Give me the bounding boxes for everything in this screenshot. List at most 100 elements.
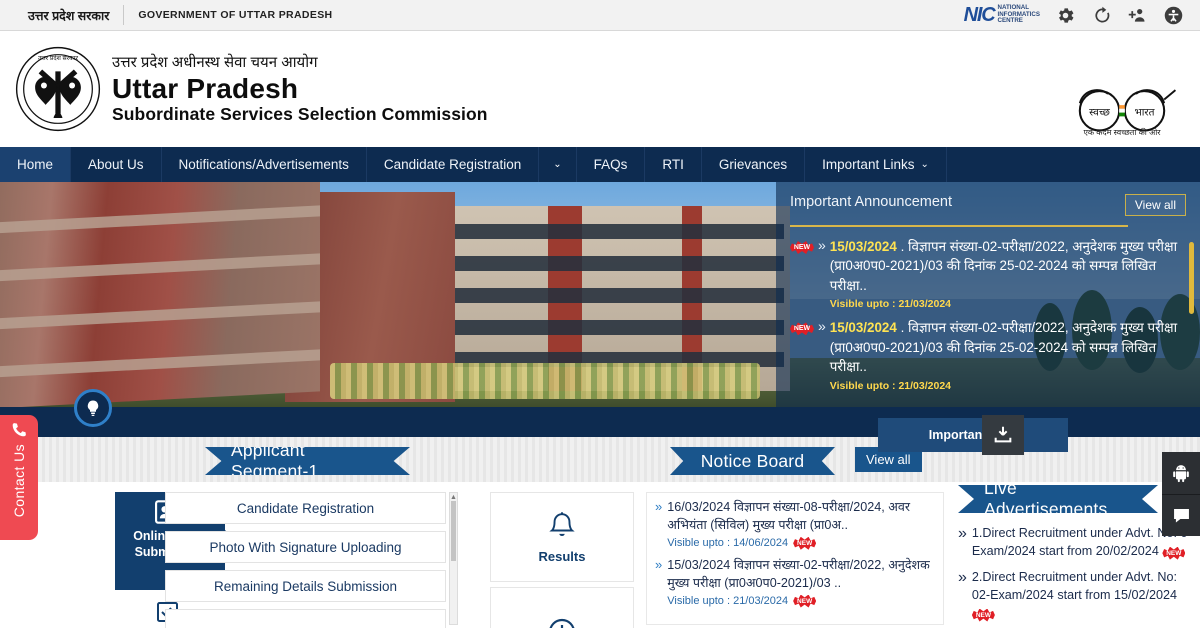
notice-item-visible-upto-text: Visible upto : 14/06/2024 — [667, 537, 789, 550]
gov-hindi-label: उत्तर प्रदेश सरकार — [28, 8, 110, 23]
announcement-item-text: 15/03/2024 . विज्ञापन संख्या-02-परीक्षा/… — [830, 237, 1186, 295]
swachh-caption: एक कदम स्वच्छता की ओर — [1083, 128, 1161, 137]
masthead: उत्तर प्रदेश सरकार उत्तर प्रदेश अधीनस्थ … — [0, 31, 1200, 147]
call-icon — [11, 421, 28, 438]
masthead-title-line2: Subordinate Services Selection Commissio… — [112, 103, 488, 124]
remaining-details-submission-button[interactable]: Remaining Details Submission — [165, 570, 446, 602]
government-strip: उत्तर प्रदेश सरकार GOVERNMENT OF UTTAR P… — [0, 0, 1200, 31]
nav-item-about-us[interactable]: About Us — [71, 147, 162, 182]
hero-banner: Important Announcement View all NEW » 15… — [0, 182, 1200, 407]
new-badge-icon: NEW — [793, 594, 817, 608]
announcement-view-all-button[interactable]: View all — [1124, 194, 1186, 216]
double-chevron-icon: » — [655, 499, 663, 514]
uppsc-emblem-icon: उत्तर प्रदेश सरकार — [14, 45, 102, 133]
applicant-segment-extra-button[interactable] — [165, 609, 446, 628]
live-advertisement-text: 2.Direct Recruitment under Advt. No: 02-… — [971, 569, 1194, 622]
chevron-down-icon[interactable]: ⌄ — [539, 147, 577, 182]
nav-item-faqs[interactable]: FAQs — [577, 147, 646, 182]
main-navigation: Home About Us Notifications/Advertisemen… — [0, 147, 1200, 182]
double-chevron-icon: » — [818, 318, 826, 335]
gov-english-label: GOVERNMENT OF UTTAR PRADESH — [138, 9, 333, 21]
applicant-segment-ribbon: Applicant Segment-1 — [205, 447, 410, 475]
live-advertisement-item[interactable]: » 2.Direct Recruitment under Advt. No: 0… — [958, 569, 1194, 622]
important-announcement-panel: Important Announcement View all NEW » 15… — [776, 182, 1200, 407]
new-badge-icon: NEW — [971, 608, 995, 622]
live-advertisement-text: 1.Direct Recruitment under Advt. No: 0 E… — [972, 525, 1194, 560]
results-card-label: Results — [538, 548, 586, 564]
lightbulb-icon[interactable] — [74, 389, 112, 427]
live-advertisement-body: 1.Direct Recruitment under Advt. No: 0 E… — [971, 526, 1188, 558]
notice-item-content: 15/03/2024 विज्ञापन संख्या-02-परीक्षा/20… — [667, 557, 935, 608]
nav-item-important-links[interactable]: Important Links ⌄ — [805, 147, 947, 182]
scrollbar-thumb[interactable] — [451, 501, 456, 561]
announcement-item-separator: . — [900, 239, 905, 254]
nav-item-grievances[interactable]: Grievances — [702, 147, 806, 182]
live-advertisements-ribbon: Live Advertisements — [958, 485, 1158, 513]
nav-item-candidate-registration[interactable]: Candidate Registration — [367, 147, 540, 182]
clock-card[interactable] — [490, 587, 634, 628]
notice-item-date: 16/03/2024 — [667, 500, 731, 514]
chevron-down-icon: ⌄ — [920, 159, 929, 170]
nav-item-important-links-label: Important Links — [822, 157, 915, 172]
quick-icons-column: Results — [480, 437, 640, 628]
announcement-item-visible-upto: Visible upto : 21/03/2024 — [829, 298, 951, 311]
announcement-title: Important Announcement — [790, 194, 953, 210]
gear-icon[interactable] — [1054, 4, 1076, 26]
page-root: उत्तर प्रदेश सरकार GOVERNMENT OF UTTAR P… — [0, 0, 1200, 628]
notice-item-content: 16/03/2024 विज्ञापन संख्या-08-परीक्षा/20… — [667, 499, 935, 550]
masthead-titles: उत्तर प्रदेश अधीनस्थ सेवा चयन आयोग Uttar… — [112, 55, 488, 124]
chat-bubble-icon[interactable] — [1162, 494, 1200, 536]
notice-item-visible-upto-text: Visible upto : 21/03/2024 — [667, 595, 789, 607]
notice-item-visible-upto: Visible upto : 21/03/2024 NEW — [667, 594, 935, 608]
live-advertisement-body: 2.Direct Recruitment under Advt. No: 02-… — [971, 570, 1178, 602]
bell-icon — [547, 511, 577, 543]
notice-item[interactable]: » 15/03/2024 विज्ञापन संख्या-02-परीक्षा/… — [655, 557, 935, 608]
nic-text: NATIONAL INFORMATICS CENTRE — [997, 4, 1040, 26]
results-card[interactable]: Results — [490, 492, 634, 582]
notice-item-text: 16/03/2024 विज्ञापन संख्या-08-परीक्षा/20… — [667, 499, 935, 535]
column-gap — [470, 437, 480, 625]
photo-signature-uploading-button[interactable]: Photo With Signature Uploading — [165, 531, 446, 563]
floating-action-column — [1162, 452, 1200, 536]
svg-text:भारत: भारत — [1135, 107, 1156, 118]
swachh-bharat-logo: स्वच्छ भारत एक कदम स्वच्छता की ओर — [1062, 77, 1182, 155]
new-badge-icon: NEW — [1162, 546, 1186, 560]
announcement-item-visible-upto: Visible upto : 21/03/2024 — [829, 379, 951, 392]
double-chevron-icon: » — [655, 556, 663, 572]
clock-icon — [548, 618, 576, 628]
announcement-item-separator: . — [900, 320, 905, 336]
contact-us-label: Contact Us — [11, 444, 27, 518]
screen-reader-icon[interactable] — [1162, 4, 1184, 26]
candidate-registration-button[interactable]: Candidate Registration — [165, 492, 446, 524]
svg-text:उत्तर प्रदेश सरकार: उत्तर प्रदेश सरकार — [38, 54, 79, 62]
applicant-segment-buttons: Candidate Registration Photo With Signat… — [165, 492, 458, 628]
notice-item-visible-upto: Visible upto : 14/06/2024 NEW — [667, 536, 935, 550]
masthead-title-line1: Uttar Pradesh — [112, 72, 299, 104]
new-badge-icon: NEW — [790, 241, 814, 254]
notice-item[interactable]: » 16/03/2024 विज्ञापन संख्या-08-परीक्षा/… — [655, 499, 935, 550]
announcement-item[interactable]: NEW » 15/03/2024 . विज्ञापन संख्या-02-पर… — [790, 318, 1186, 392]
important-gos-button[interactable]: Important Go's — [878, 418, 1068, 452]
add-user-icon[interactable] — [1126, 4, 1148, 26]
nav-item-notifications-advertisements[interactable]: Notifications/Advertisements — [162, 147, 367, 182]
notice-board-list: » 16/03/2024 विज्ञापन संख्या-08-परीक्षा/… — [646, 492, 944, 625]
double-chevron-icon: » — [958, 525, 967, 542]
applicant-segment-column: Applicant Segment-1 Online Form — [0, 437, 470, 628]
notice-board-ribbon: Notice Board — [670, 447, 835, 475]
hero-garden — [330, 363, 760, 399]
new-badge-icon: NEW — [790, 322, 814, 336]
announcement-scrollbar[interactable] — [1189, 242, 1194, 314]
android-icon[interactable] — [1162, 452, 1200, 494]
nav-item-rti[interactable]: RTI — [645, 147, 702, 182]
announcement-item[interactable]: NEW » 15/03/2024 . विज्ञापन संख्या-02-पर… — [790, 237, 1186, 310]
nic-logo[interactable]: NIC NATIONAL INFORMATICS CENTRE — [964, 4, 1040, 27]
download-icon[interactable] — [982, 415, 1024, 455]
new-badge-icon: NEW — [793, 536, 817, 550]
applicant-segment-scrollbar[interactable]: ▲ — [449, 492, 458, 625]
accessibility-rotate-icon[interactable] — [1090, 4, 1112, 26]
contact-us-tab[interactable]: Contact Us — [0, 415, 38, 540]
live-advertisement-item[interactable]: » 1.Direct Recruitment under Advt. No: 0… — [958, 525, 1194, 560]
nav-item-home[interactable]: Home — [0, 147, 72, 182]
announcement-item-date: 15/03/2024 — [829, 239, 897, 254]
announcement-item-text: 15/03/2024 . विज्ञापन संख्या-02-परीक्षा/… — [830, 318, 1186, 376]
